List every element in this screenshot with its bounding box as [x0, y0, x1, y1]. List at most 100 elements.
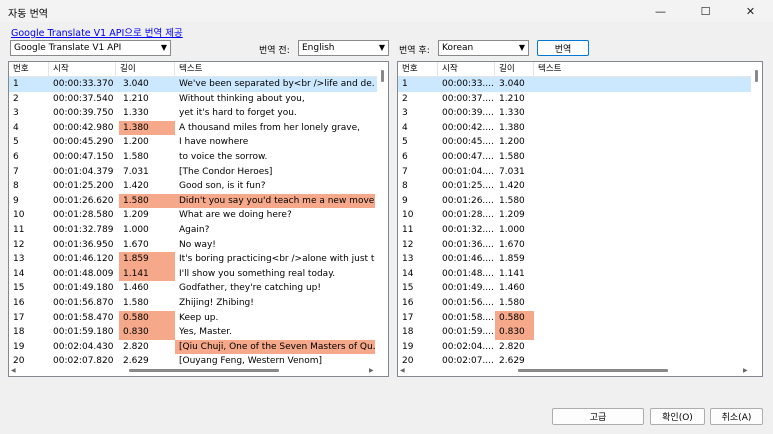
ok-button[interactable]: 확인(O): [650, 408, 705, 425]
table-row[interactable]: 8 00:01:25.200 1.420 Good son, is it fun?: [9, 179, 377, 194]
horizontal-scrollbar[interactable]: ◀ ▶: [398, 365, 751, 376]
table-row[interactable]: 18 00:01:59.... 0.830: [398, 325, 751, 340]
column-header-text[interactable]: 텍스트: [175, 62, 379, 76]
cell-number: 4: [402, 122, 408, 133]
scroll-thumb[interactable]: [755, 70, 758, 82]
table-row[interactable]: 17 00:01:58.470 0.580 Keep up.: [9, 310, 377, 326]
table-row[interactable]: 12 00:01:36.950 1.670 No way!: [9, 238, 377, 253]
scroll-right-icon[interactable]: ▶: [743, 367, 748, 374]
table-row[interactable]: 2 00:00:37.540 1.210 Without thinking about…: [9, 92, 377, 107]
source-subtitle-list[interactable]: 번호 시작 길이 텍스트 1 00:00:33.370 3.040 We've bee…: [8, 61, 389, 377]
cell-start: 00:00:39.750: [53, 108, 114, 119]
table-row[interactable]: 4 00:00:42.980 1.380 A thousand miles from …: [9, 120, 377, 136]
table-row[interactable]: 5 00:00:45.... 1.200: [398, 135, 751, 150]
column-header-number[interactable]: 번호: [9, 62, 49, 76]
column-header-text[interactable]: 텍스트: [534, 62, 753, 76]
column-header-start[interactable]: 시작: [49, 62, 116, 76]
table-row[interactable]: 1 00:00:33.370 3.040 We've been separated b…: [9, 77, 377, 92]
table-row[interactable]: 17 00:01:58.... 0.580: [398, 310, 751, 326]
cell-text: [534, 281, 751, 296]
cancel-button[interactable]: 취소(A): [710, 408, 763, 425]
cell-start: 00:01:25.200: [53, 181, 114, 192]
table-row[interactable]: 19 00:02:04.... 2.820: [398, 340, 751, 355]
table-row[interactable]: 15 00:01:49.180 1.460 Godfather, they're ca…: [9, 281, 377, 296]
column-header-length[interactable]: 길이: [116, 62, 175, 76]
column-header-number[interactable]: 번호: [398, 62, 438, 76]
engine-select[interactable]: Google Translate V1 API ▼: [10, 40, 171, 56]
cell-start: 00:01:26.620: [53, 195, 114, 206]
table-row[interactable]: 15 00:01:49.... 1.460: [398, 281, 751, 296]
table-row[interactable]: 7 00:01:04.379 7.031 [The Condor Heroes]: [9, 165, 377, 180]
table-row[interactable]: 13 00:01:46.120 1.859 It's boring practicin…: [9, 252, 377, 267]
table-row[interactable]: 5 00:00:45.290 1.200 I have nowhere: [9, 135, 377, 150]
table-row[interactable]: 8 00:01:25.... 1.420: [398, 179, 751, 194]
cell-start: 00:01:49....: [442, 283, 494, 294]
scroll-left-icon[interactable]: ◀: [11, 367, 16, 374]
cell-length: 3.040: [123, 79, 149, 89]
maximize-icon: ☐: [700, 4, 711, 18]
translated-subtitle-list[interactable]: 번호 시작 길이 텍스트 1 00:00:33.... 3.040 2 00:00:37…: [397, 61, 763, 377]
cell-length: 1.380: [499, 122, 525, 133]
table-row[interactable]: 10 00:01:28.... 1.209: [398, 208, 751, 223]
cell-number: 18: [402, 327, 414, 338]
table-row[interactable]: 16 00:01:56.... 1.580: [398, 296, 751, 311]
cell-text: [The Condor Heroes]: [179, 166, 273, 177]
cell-number: 12: [402, 239, 414, 250]
table-row[interactable]: 2 00:00:37.... 1.210: [398, 92, 751, 107]
cell-number: 9: [402, 195, 408, 206]
table-row[interactable]: 3 00:00:39.... 1.330: [398, 106, 751, 121]
cell-start: 00:00:47.150: [53, 152, 114, 162]
vertical-scrollbar[interactable]: [377, 62, 388, 366]
close-button[interactable]: ✕: [728, 0, 773, 22]
column-header-length[interactable]: 길이: [495, 62, 534, 76]
table-row[interactable]: 10 00:01:28.580 1.209 What are we doing her…: [9, 208, 377, 223]
minimize-button[interactable]: —: [638, 0, 683, 22]
column-header-start[interactable]: 시작: [438, 62, 495, 76]
advanced-button[interactable]: 고급: [552, 408, 644, 425]
table-row[interactable]: 3 00:00:39.750 1.330 yet it's hard to forge…: [9, 106, 377, 121]
cell-number: 10: [13, 210, 25, 221]
cell-length: 1.141: [119, 266, 175, 282]
close-icon: ✕: [745, 4, 756, 18]
cell-text: [534, 121, 751, 136]
scroll-thumb[interactable]: [518, 369, 668, 372]
cell-start: 00:01:56....: [442, 298, 494, 308]
cell-start: 00:01:32.789: [53, 225, 114, 235]
cell-text: [534, 165, 751, 180]
cell-start: 00:01:46.120: [53, 254, 114, 265]
list-header: 번호 시작 길이 텍스트: [398, 62, 753, 77]
maximize-button[interactable]: ☐: [683, 0, 728, 22]
table-row[interactable]: 11 00:01:32.... 1.000: [398, 223, 751, 238]
table-row[interactable]: 6 00:00:47.... 1.580: [398, 150, 751, 165]
table-row[interactable]: 12 00:01:36.... 1.670: [398, 238, 751, 253]
table-row[interactable]: 9 00:01:26.620 1.580 Didn't you say you'd t…: [9, 193, 377, 209]
scroll-thumb[interactable]: [381, 70, 384, 82]
table-row[interactable]: 7 00:01:04.... 7.031: [398, 165, 751, 180]
table-row[interactable]: 1 00:00:33.... 3.040: [398, 77, 751, 92]
scroll-right-icon[interactable]: ▶: [369, 367, 374, 374]
provider-link[interactable]: Google Translate V1 API으로 번역 제공: [11, 25, 183, 39]
cell-start: 00:00:37.540: [53, 93, 114, 104]
cell-text: [534, 179, 751, 194]
table-row[interactable]: 6 00:00:47.150 1.580 to voice the sorrow.: [9, 150, 377, 165]
table-row[interactable]: 16 00:01:56.870 1.580 Zhijing! Zhibing!: [9, 296, 377, 311]
table-row[interactable]: 4 00:00:42.... 1.380: [398, 121, 751, 136]
table-row[interactable]: 9 00:01:26.... 1.580: [398, 194, 751, 209]
table-row[interactable]: 19 00:02:04.430 2.820 [Qiu Chuji, One of th…: [9, 339, 377, 355]
source-lang-select[interactable]: English ▼: [298, 40, 389, 56]
cell-text: [534, 325, 751, 340]
table-row[interactable]: 18 00:01:59.180 0.830 Yes, Master.: [9, 325, 377, 340]
cell-text: Keep up.: [179, 312, 219, 323]
table-row[interactable]: 14 00:01:48.... 1.141: [398, 267, 751, 282]
table-row[interactable]: 13 00:01:46.... 1.859: [398, 252, 751, 267]
table-row[interactable]: 14 00:01:48.009 1.141 I'll show you somethi…: [9, 266, 377, 282]
table-row[interactable]: 11 00:01:32.789 1.000 Again?: [9, 223, 377, 238]
scroll-thumb[interactable]: [129, 369, 279, 372]
cell-text: [534, 296, 751, 311]
cell-number: 10: [402, 210, 414, 221]
target-lang-select[interactable]: Korean ▼: [438, 40, 529, 56]
vertical-scrollbar[interactable]: [751, 62, 762, 366]
scroll-left-icon[interactable]: ◀: [400, 367, 405, 374]
horizontal-scrollbar[interactable]: ◀ ▶: [9, 365, 377, 376]
translate-button[interactable]: 번역: [537, 40, 589, 56]
